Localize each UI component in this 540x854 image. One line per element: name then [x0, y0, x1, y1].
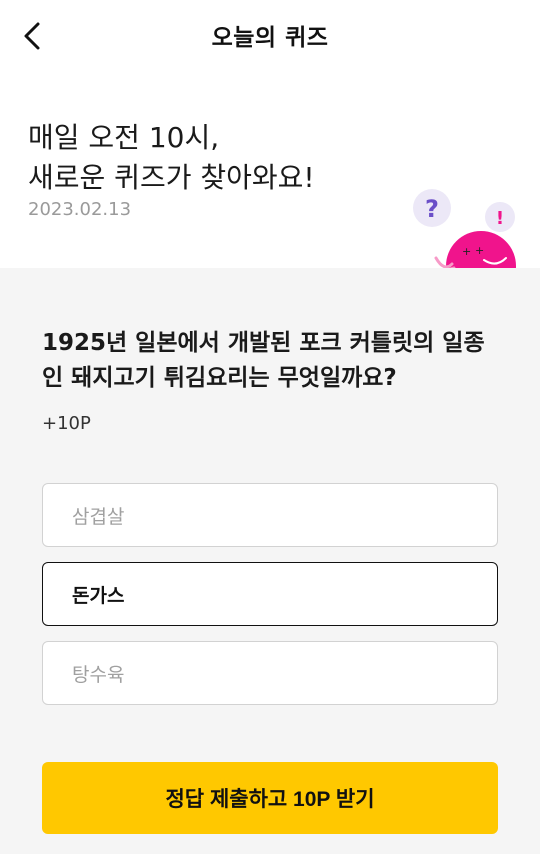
hero-headline-line2: 새로운 퀴즈가 찾아와요! — [28, 161, 315, 194]
answer-option-3[interactable]: 탕수육 — [42, 641, 498, 705]
svg-text:+: + — [475, 244, 484, 257]
hero-headline-line1: 매일 오전 10시, — [28, 121, 220, 154]
answer-option-2-selected[interactable]: 돈가스 — [42, 562, 498, 626]
top-app-bar: 오늘의 퀴즈 — [0, 0, 540, 72]
answer-option-1[interactable]: 삼겹살 — [42, 483, 498, 547]
page-title: 오늘의 퀴즈 — [211, 25, 329, 51]
svg-text:+: + — [462, 245, 471, 258]
reward-points: +10P — [42, 413, 91, 434]
hero-section: 매일 오전 10시, 새로운 퀴즈가 찾아와요! 2023.02.13 ? ! … — [0, 72, 540, 268]
submit-answer-button[interactable]: 정답 제출하고 10P 받기 — [42, 762, 498, 834]
quiz-mascot-illustration: ? ! + + — [413, 189, 516, 268]
quiz-question: 1925년 일본에서 개발된 포크 커틀릿의 일종인 돼지고기 튀김요리는 무엇… — [42, 330, 485, 391]
exclaim-mark-text: ! — [496, 208, 504, 229]
quiz-date: 2023.02.13 — [28, 199, 132, 220]
question-mark-text: ? — [425, 195, 439, 223]
